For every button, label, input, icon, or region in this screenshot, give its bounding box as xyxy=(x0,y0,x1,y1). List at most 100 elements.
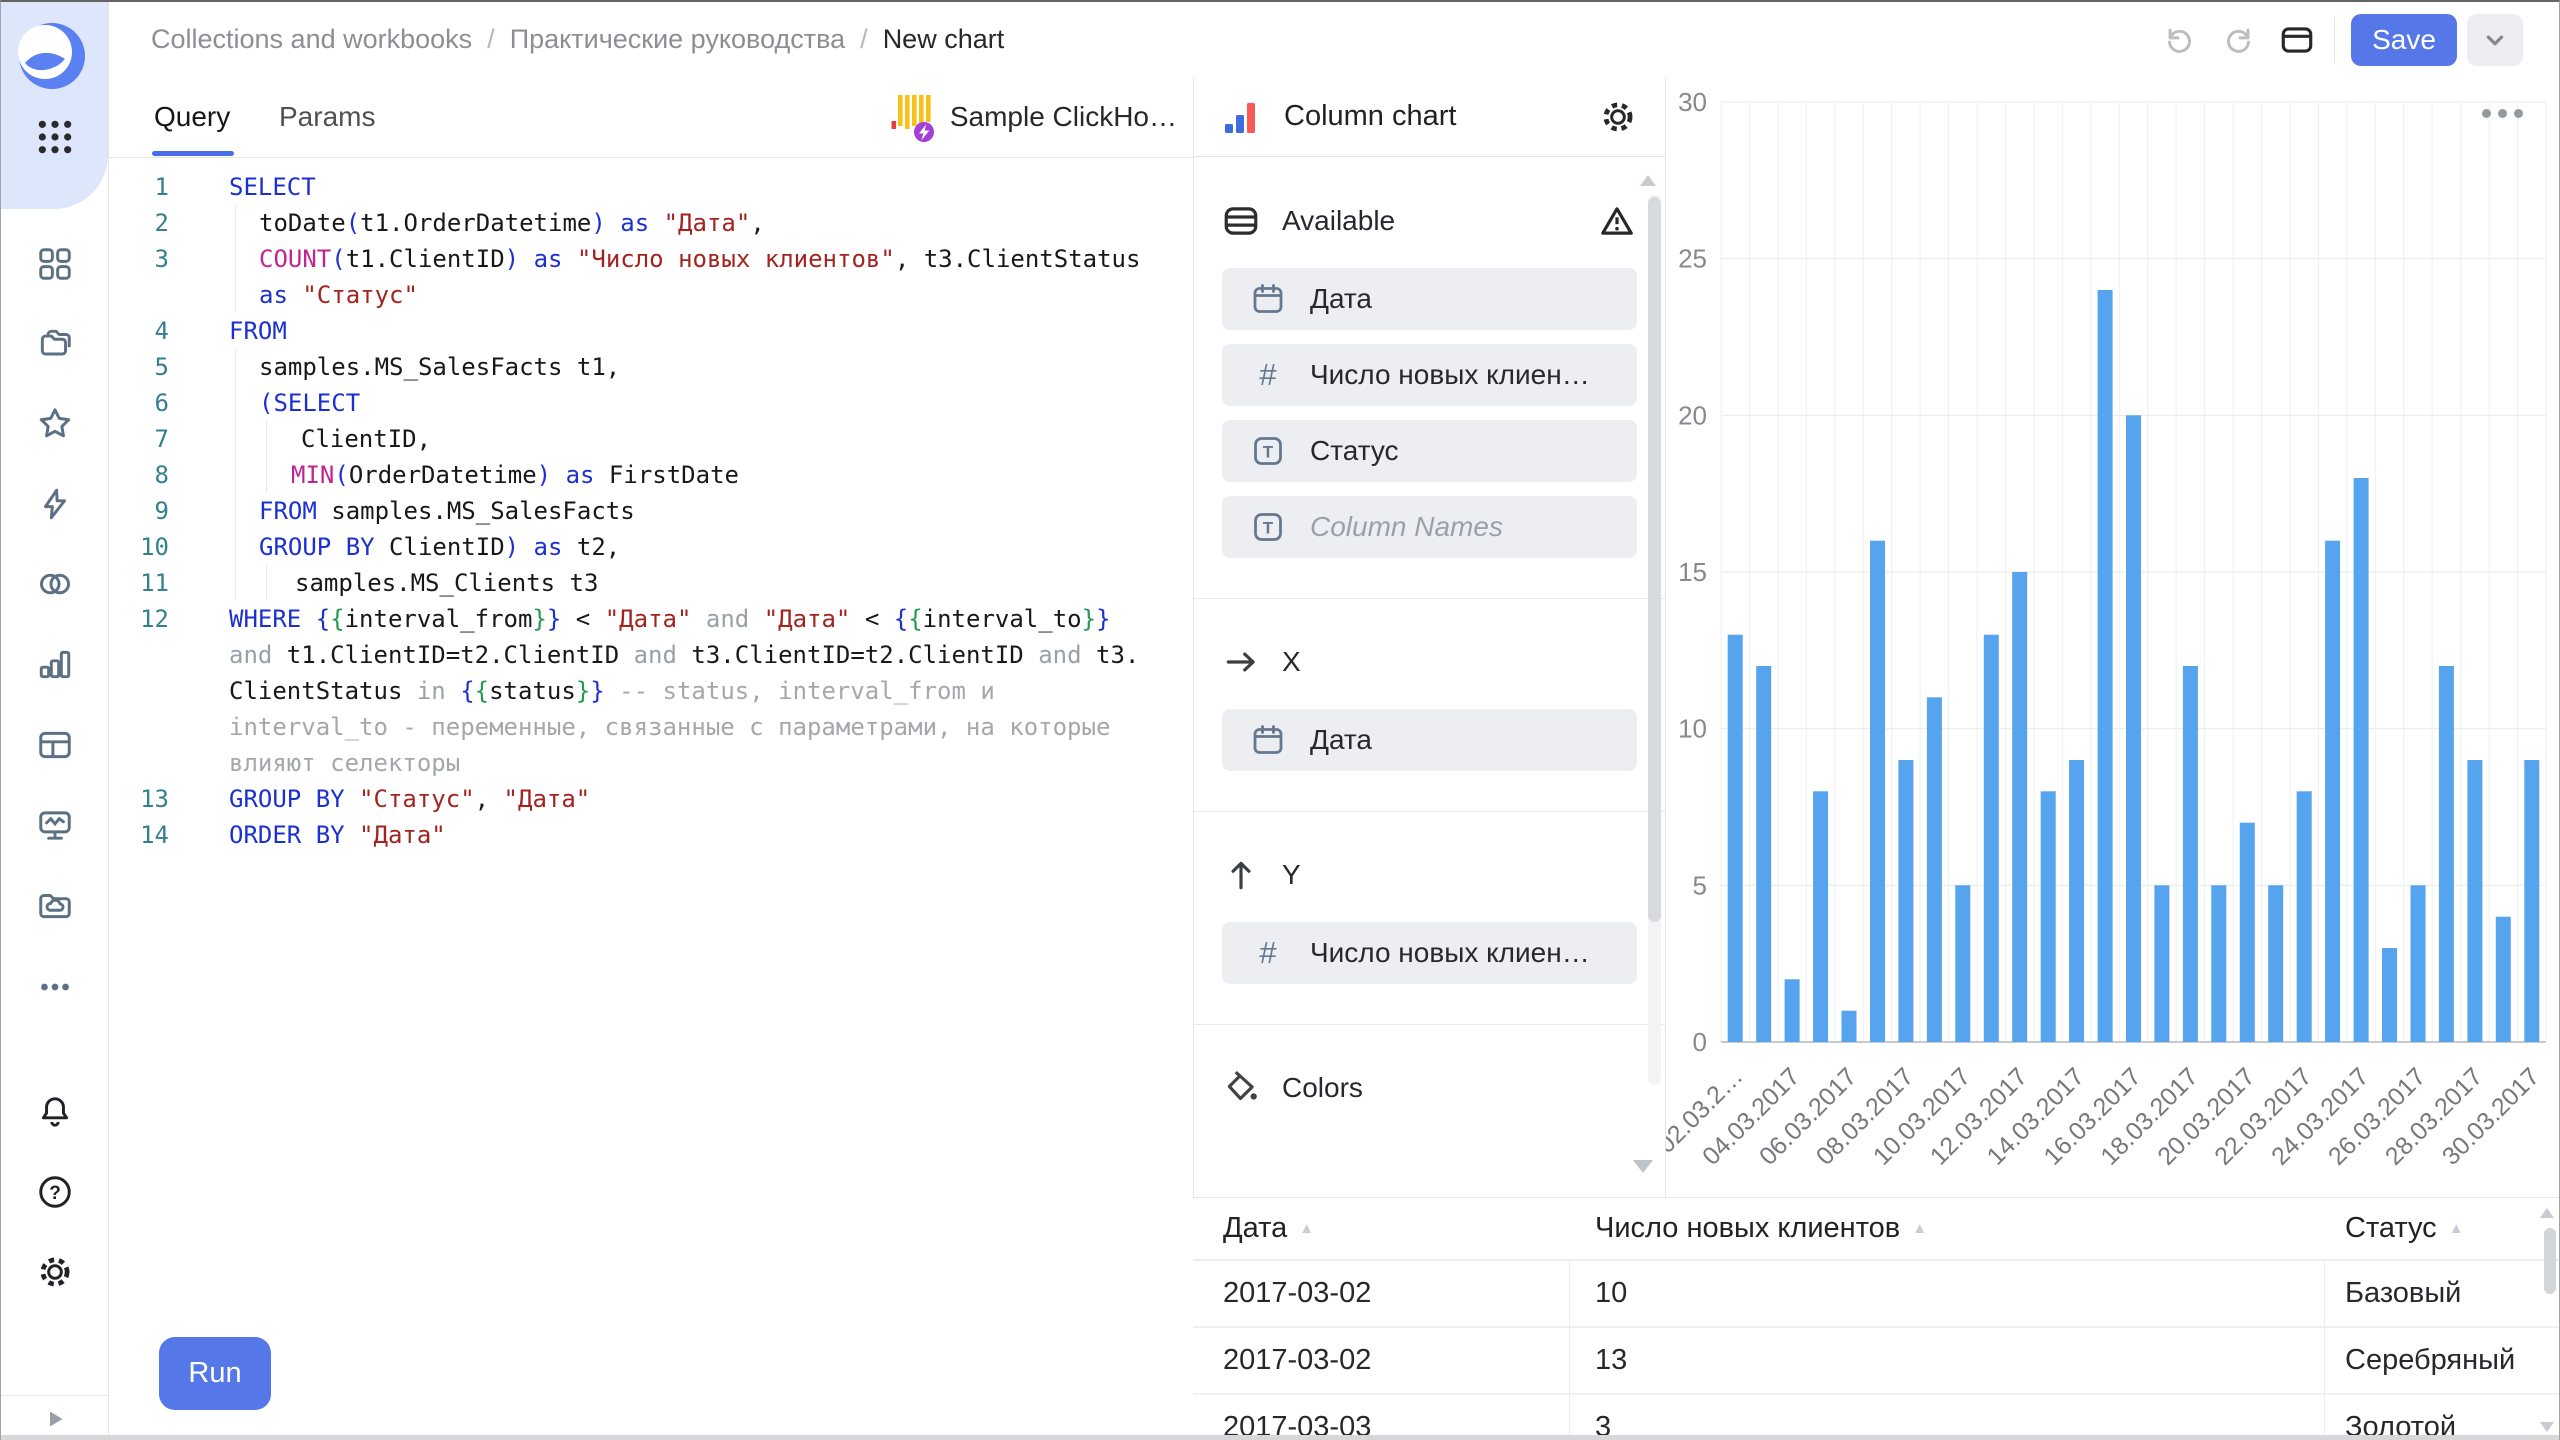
field-chip[interactable]: #Число новых клиен… xyxy=(1222,344,1637,406)
table-cell: 2017-03-02 xyxy=(1223,1328,1371,1393)
table-row: 2017-03-0213Серебряный xyxy=(1193,1328,2559,1395)
connections-icon[interactable] xyxy=(36,485,74,523)
field-chip[interactable]: TСтатус xyxy=(1222,420,1637,482)
svg-text:#: # xyxy=(1259,935,1277,970)
dataset-chip[interactable]: Sample ClickHo… xyxy=(890,77,1177,157)
y-fields-list: # Число новых клиен… xyxy=(1222,922,1637,984)
table-scroll-up-icon[interactable] xyxy=(2540,1208,2554,1218)
save-button[interactable]: Save xyxy=(2351,14,2457,66)
field-chip[interactable]: # Число новых клиен… xyxy=(1222,922,1637,984)
table-scroll-down-icon[interactable] xyxy=(2540,1422,2554,1432)
datasets-icon[interactable] xyxy=(36,565,74,603)
line-number: 4 xyxy=(108,313,169,349)
notifications-icon[interactable] xyxy=(36,1093,74,1131)
indent-guide xyxy=(235,385,236,421)
table-header-status[interactable]: Статус▲ xyxy=(2345,1198,2464,1259)
more-icon[interactable] xyxy=(36,968,74,1006)
table-cell: Базовый xyxy=(2345,1261,2461,1326)
column-divider xyxy=(1569,1259,1570,1440)
window-bottom-edge xyxy=(1,1435,2559,1440)
line-number xyxy=(108,709,169,745)
field-chip[interactable]: Дата xyxy=(1222,709,1637,771)
collections-icon[interactable] xyxy=(36,325,74,363)
sql-editor[interactable]: 1SELECT2toDate(t1.OrderDatetime) as "Дат… xyxy=(108,169,1189,853)
section-x: X Дата xyxy=(1194,599,1665,812)
line-number: 7 xyxy=(108,421,169,457)
table-scrollbar-thumb[interactable] xyxy=(2544,1228,2556,1294)
arrow-right-icon xyxy=(1222,643,1260,681)
panel-layout-icon[interactable] xyxy=(2278,21,2316,59)
scroll-down-arrow-icon[interactable] xyxy=(1633,1160,1653,1173)
scroll-up-arrow-icon[interactable] xyxy=(1640,175,1656,186)
chart-settings-gear-icon[interactable] xyxy=(1599,98,1637,136)
table-row: 2017-03-0210Базовый xyxy=(1193,1261,2559,1328)
line-number: 11 xyxy=(108,565,169,601)
code-line: as "Статус" xyxy=(108,277,1189,313)
field-chip-label: Число новых клиен… xyxy=(1310,937,1590,969)
header-actions: Save xyxy=(2160,2,2523,77)
settings-icon[interactable] xyxy=(36,1253,74,1291)
code-line: влияют селекторы xyxy=(108,745,1189,781)
table-header: Дата▲ Число новых клиентов▲ Статус▲ xyxy=(1193,1198,2559,1261)
cloud-folder-icon[interactable] xyxy=(36,886,74,924)
code-line: 6(SELECT xyxy=(108,385,1189,421)
calendar-icon xyxy=(1250,281,1286,317)
warning-icon[interactable] xyxy=(1597,202,1637,240)
fields-panel-scroll-area: Available Дата#Число новых клиен…TСтатус… xyxy=(1194,158,1665,1197)
field-chip-label: Дата xyxy=(1310,283,1372,315)
chevron-down-icon xyxy=(2478,23,2512,57)
section-colors: Colors xyxy=(1194,1025,1665,1147)
undo-icon[interactable] xyxy=(2160,21,2198,59)
table-cell: 2017-03-02 xyxy=(1223,1261,1371,1326)
code-line: 7ClientID, xyxy=(108,421,1189,457)
breadcrumb-workbook[interactable]: Практические руководства xyxy=(510,24,845,55)
preview-table: Дата▲ Число новых клиентов▲ Статус▲ 2017… xyxy=(1193,1197,2559,1440)
top-bar: Collections and workbooks / Практические… xyxy=(108,2,2559,78)
dashboards-icon[interactable] xyxy=(36,245,74,283)
field-chip[interactable]: Дата xyxy=(1222,268,1637,330)
line-number: 5 xyxy=(108,349,169,385)
field-chip[interactable]: TColumn Names xyxy=(1222,496,1637,558)
apps-grid-icon[interactable] xyxy=(36,118,74,156)
tab-params[interactable]: Params xyxy=(279,77,375,157)
code-line: interval_to - переменные, связанные с па… xyxy=(108,709,1189,745)
arrow-up-icon xyxy=(1222,856,1260,894)
table-cell: 13 xyxy=(1595,1328,1627,1393)
line-number: 6 xyxy=(108,385,169,421)
sidebar: ? xyxy=(1,2,109,1440)
redo-icon[interactable] xyxy=(2220,21,2258,59)
field-chip-label: Дата xyxy=(1310,724,1372,756)
fields-scrollbar-thumb[interactable] xyxy=(1648,197,1661,922)
table-header-date[interactable]: Дата▲ xyxy=(1223,1198,1314,1259)
text-icon: T xyxy=(1250,433,1286,469)
sort-asc-icon: ▲ xyxy=(1299,1220,1314,1237)
indent-guide xyxy=(266,565,267,601)
code-line: 10GROUP BY ClientID) as t2, xyxy=(108,529,1189,565)
svg-text:10: 10 xyxy=(1678,714,1707,744)
actions-divider xyxy=(2334,17,2335,63)
charts-icon[interactable] xyxy=(36,645,74,683)
column-chart-type-icon[interactable] xyxy=(1222,97,1262,137)
sidebar-collapse-button[interactable] xyxy=(1,1395,108,1440)
tab-query[interactable]: Query xyxy=(154,77,230,157)
datalens-logo-icon[interactable] xyxy=(18,22,86,90)
chart-menu-icon[interactable] xyxy=(2476,103,2529,124)
favorites-icon[interactable] xyxy=(36,404,74,442)
save-menu-button[interactable] xyxy=(2467,14,2523,66)
chart-panel: 05101520253002.03.2…04.03.201706.03.2017… xyxy=(1666,77,2560,1197)
run-button[interactable]: Run xyxy=(159,1337,271,1410)
column-divider xyxy=(2324,1259,2325,1440)
query-tabs: Query Params Sample ClickHo… xyxy=(108,77,1193,158)
indent-guide xyxy=(235,349,236,385)
table-cell: 2017-03-03 xyxy=(1223,1395,1371,1440)
table-header-new-clients[interactable]: Число новых клиентов▲ xyxy=(1595,1198,1927,1259)
breadcrumb-collections[interactable]: Collections and workbooks xyxy=(151,24,472,55)
line-number: 2 xyxy=(108,205,169,241)
code-line: 9FROM samples.MS_SalesFacts xyxy=(108,493,1189,529)
tables-icon[interactable] xyxy=(36,726,74,764)
table-cell: 3 xyxy=(1595,1395,1611,1440)
breadcrumb-separator: / xyxy=(487,24,495,55)
help-icon[interactable]: ? xyxy=(36,1173,74,1211)
query-panel: Query Params Sample ClickHo… 1SELECT2toD… xyxy=(108,77,1193,1440)
monitoring-icon[interactable] xyxy=(36,806,74,844)
